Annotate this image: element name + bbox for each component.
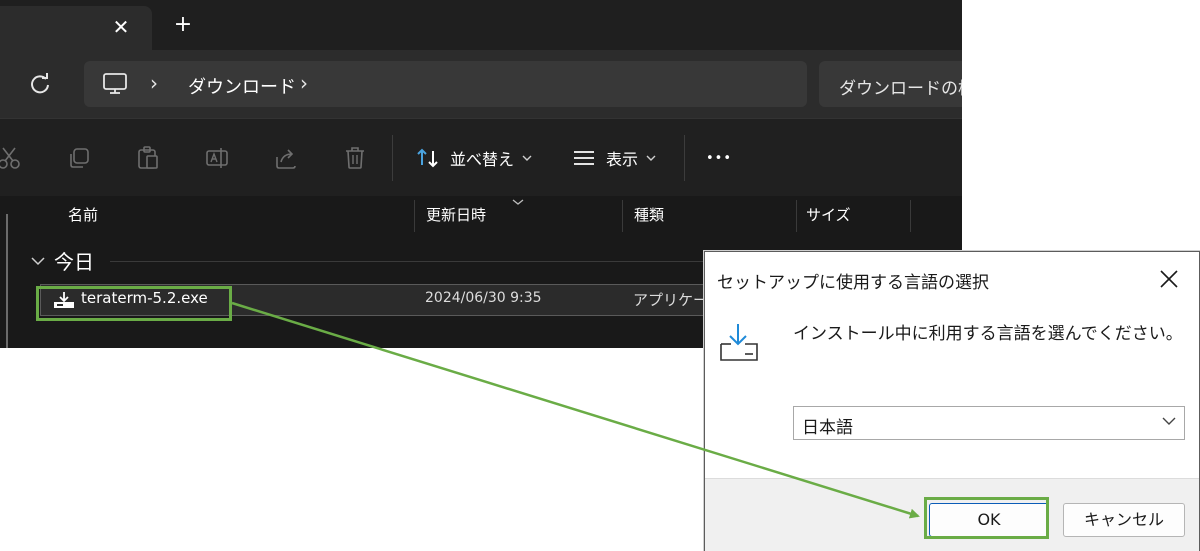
annotation-arrow bbox=[231, 301, 920, 519]
